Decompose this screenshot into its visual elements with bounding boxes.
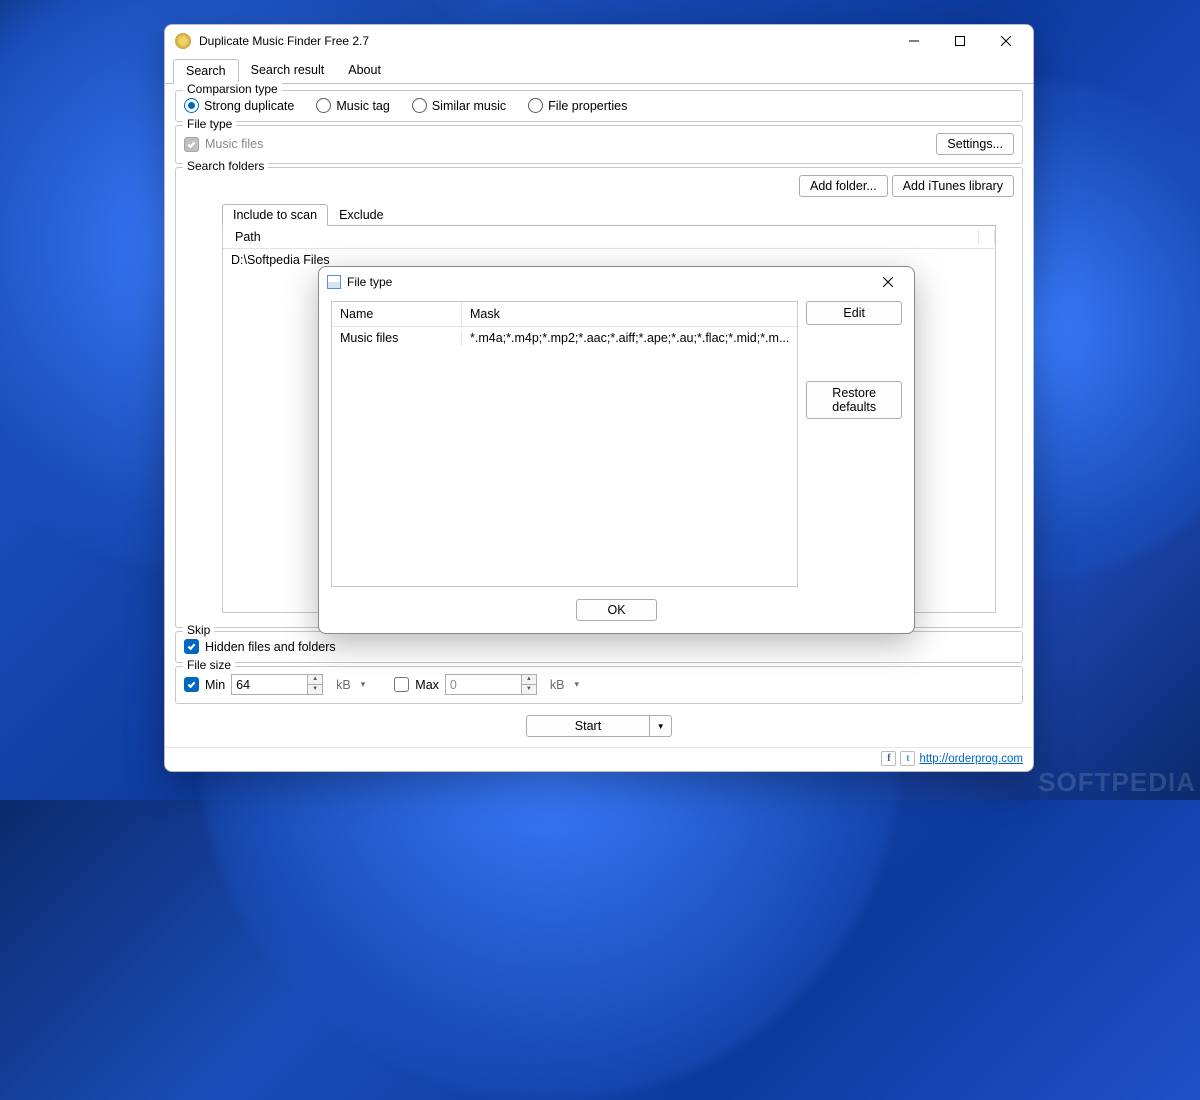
row-mask: *.m4a;*.m4p;*.mp2;*.aac;*.aiff;*.ape;*.a…	[462, 331, 797, 345]
folder-row[interactable]: D:\Softpedia Files	[231, 253, 987, 267]
music-files-checkbox: Music files	[184, 137, 263, 152]
restore-defaults-button[interactable]: Restore defaults	[806, 381, 902, 419]
comparison-type-group: Comparsion type Strong duplicate Music t…	[175, 90, 1023, 122]
start-dropdown-button[interactable]: ▼	[650, 715, 672, 737]
checkbox-icon	[184, 639, 199, 654]
settings-button[interactable]: Settings...	[936, 133, 1014, 155]
dialog-table-header: Name Mask	[332, 302, 797, 327]
dialog-table: Name Mask Music files *.m4a;*.m4p;*.mp2;…	[331, 301, 798, 587]
titlebar: Duplicate Music Finder Free 2.7	[165, 25, 1033, 57]
skip-legend: Skip	[183, 623, 214, 637]
start-row: Start ▼	[175, 707, 1023, 741]
dialog-footer: OK	[319, 591, 914, 633]
hidden-files-checkbox[interactable]: Hidden files and folders	[184, 639, 1014, 654]
twitter-icon[interactable]: t	[900, 751, 915, 766]
skip-group: Skip Hidden files and folders	[175, 631, 1023, 663]
spin-up-icon[interactable]: ▲	[522, 675, 536, 685]
tab-search-result[interactable]: Search result	[239, 59, 337, 83]
watermark: SOFTPEDIA	[1038, 767, 1196, 798]
folder-tabs: Include to scan Exclude	[222, 200, 996, 226]
name-column-header[interactable]: Name	[332, 302, 462, 326]
tab-exclude[interactable]: Exclude	[328, 204, 394, 225]
checkbox-icon	[184, 677, 199, 692]
dialog-title: File type	[347, 275, 392, 289]
max-unit-combo[interactable]: kB▾	[543, 675, 586, 695]
min-value-input[interactable]	[231, 674, 307, 695]
ok-button[interactable]: OK	[576, 599, 656, 621]
min-unit-combo[interactable]: kB▾	[329, 675, 372, 695]
checkbox-label: Hidden files and folders	[205, 640, 336, 654]
footer: f t http://orderprog.com	[165, 747, 1033, 771]
spin-down-icon[interactable]: ▼	[522, 685, 536, 695]
dialog-body: Name Mask Music files *.m4a;*.m4p;*.mp2;…	[319, 297, 914, 591]
row-name: Music files	[332, 331, 462, 345]
file-type-dialog: File type Name Mask Music files *.m4a;*.…	[318, 266, 915, 634]
file-type-group: File type Music files Settings...	[175, 125, 1023, 164]
dialog-icon	[327, 275, 341, 289]
mask-column-header[interactable]: Mask	[462, 302, 797, 326]
radio-label: File properties	[548, 99, 627, 113]
checkbox-icon	[184, 137, 199, 152]
max-checkbox[interactable]: Max	[394, 677, 439, 692]
radio-label: Music tag	[336, 99, 390, 113]
minimize-button[interactable]	[891, 26, 937, 56]
radio-file-properties[interactable]: File properties	[528, 98, 627, 113]
radio-label: Similar music	[432, 99, 506, 113]
homepage-link[interactable]: http://orderprog.com	[919, 753, 1023, 765]
start-button[interactable]: Start ▼	[526, 715, 672, 737]
dialog-side-buttons: Edit Restore defaults	[806, 301, 902, 587]
window-title: Duplicate Music Finder Free 2.7	[199, 34, 369, 48]
edit-button[interactable]: Edit	[806, 301, 902, 325]
dialog-row[interactable]: Music files *.m4a;*.m4p;*.mp2;*.aac;*.ai…	[332, 327, 797, 349]
radio-strong-duplicate[interactable]: Strong duplicate	[184, 98, 294, 113]
close-button[interactable]	[983, 26, 1029, 56]
spin-up-icon[interactable]: ▲	[308, 675, 322, 685]
dialog-close-button[interactable]	[868, 269, 908, 295]
checkbox-label: Music files	[205, 137, 263, 151]
maximize-button[interactable]	[937, 26, 983, 56]
comparison-legend: Comparsion type	[183, 82, 282, 96]
min-checkbox[interactable]: Min	[184, 677, 225, 692]
dialog-titlebar: File type	[319, 267, 914, 297]
add-itunes-button[interactable]: Add iTunes library	[892, 175, 1014, 197]
min-label: Min	[205, 678, 225, 692]
spin-down-icon[interactable]: ▼	[308, 685, 322, 695]
path-column-header[interactable]: Path	[231, 230, 979, 244]
chevron-down-icon: ▾	[361, 679, 366, 690]
search-folders-legend: Search folders	[183, 159, 268, 173]
start-button-label[interactable]: Start	[526, 715, 650, 737]
max-label: Max	[415, 678, 439, 692]
tab-include[interactable]: Include to scan	[222, 204, 328, 226]
max-spinner[interactable]: ▲▼	[445, 674, 537, 695]
radio-music-tag[interactable]: Music tag	[316, 98, 390, 113]
file-type-legend: File type	[183, 117, 236, 131]
radio-similar-music[interactable]: Similar music	[412, 98, 506, 113]
file-size-legend: File size	[183, 658, 235, 672]
tab-search[interactable]: Search	[173, 59, 239, 84]
min-spinner[interactable]: ▲▼	[231, 674, 323, 695]
folder-table-header: Path	[223, 226, 995, 249]
add-folder-button[interactable]: Add folder...	[799, 175, 888, 197]
checkbox-icon	[394, 677, 409, 692]
main-tabs: Search Search result About	[165, 59, 1033, 84]
radio-label: Strong duplicate	[204, 99, 294, 113]
chevron-down-icon: ▾	[575, 679, 580, 690]
facebook-icon[interactable]: f	[881, 751, 896, 766]
tab-about[interactable]: About	[336, 59, 393, 83]
file-size-group: File size Min ▲▼ kB▾ Max ▲▼	[175, 666, 1023, 704]
app-icon	[175, 33, 191, 49]
max-value-input[interactable]	[445, 674, 521, 695]
